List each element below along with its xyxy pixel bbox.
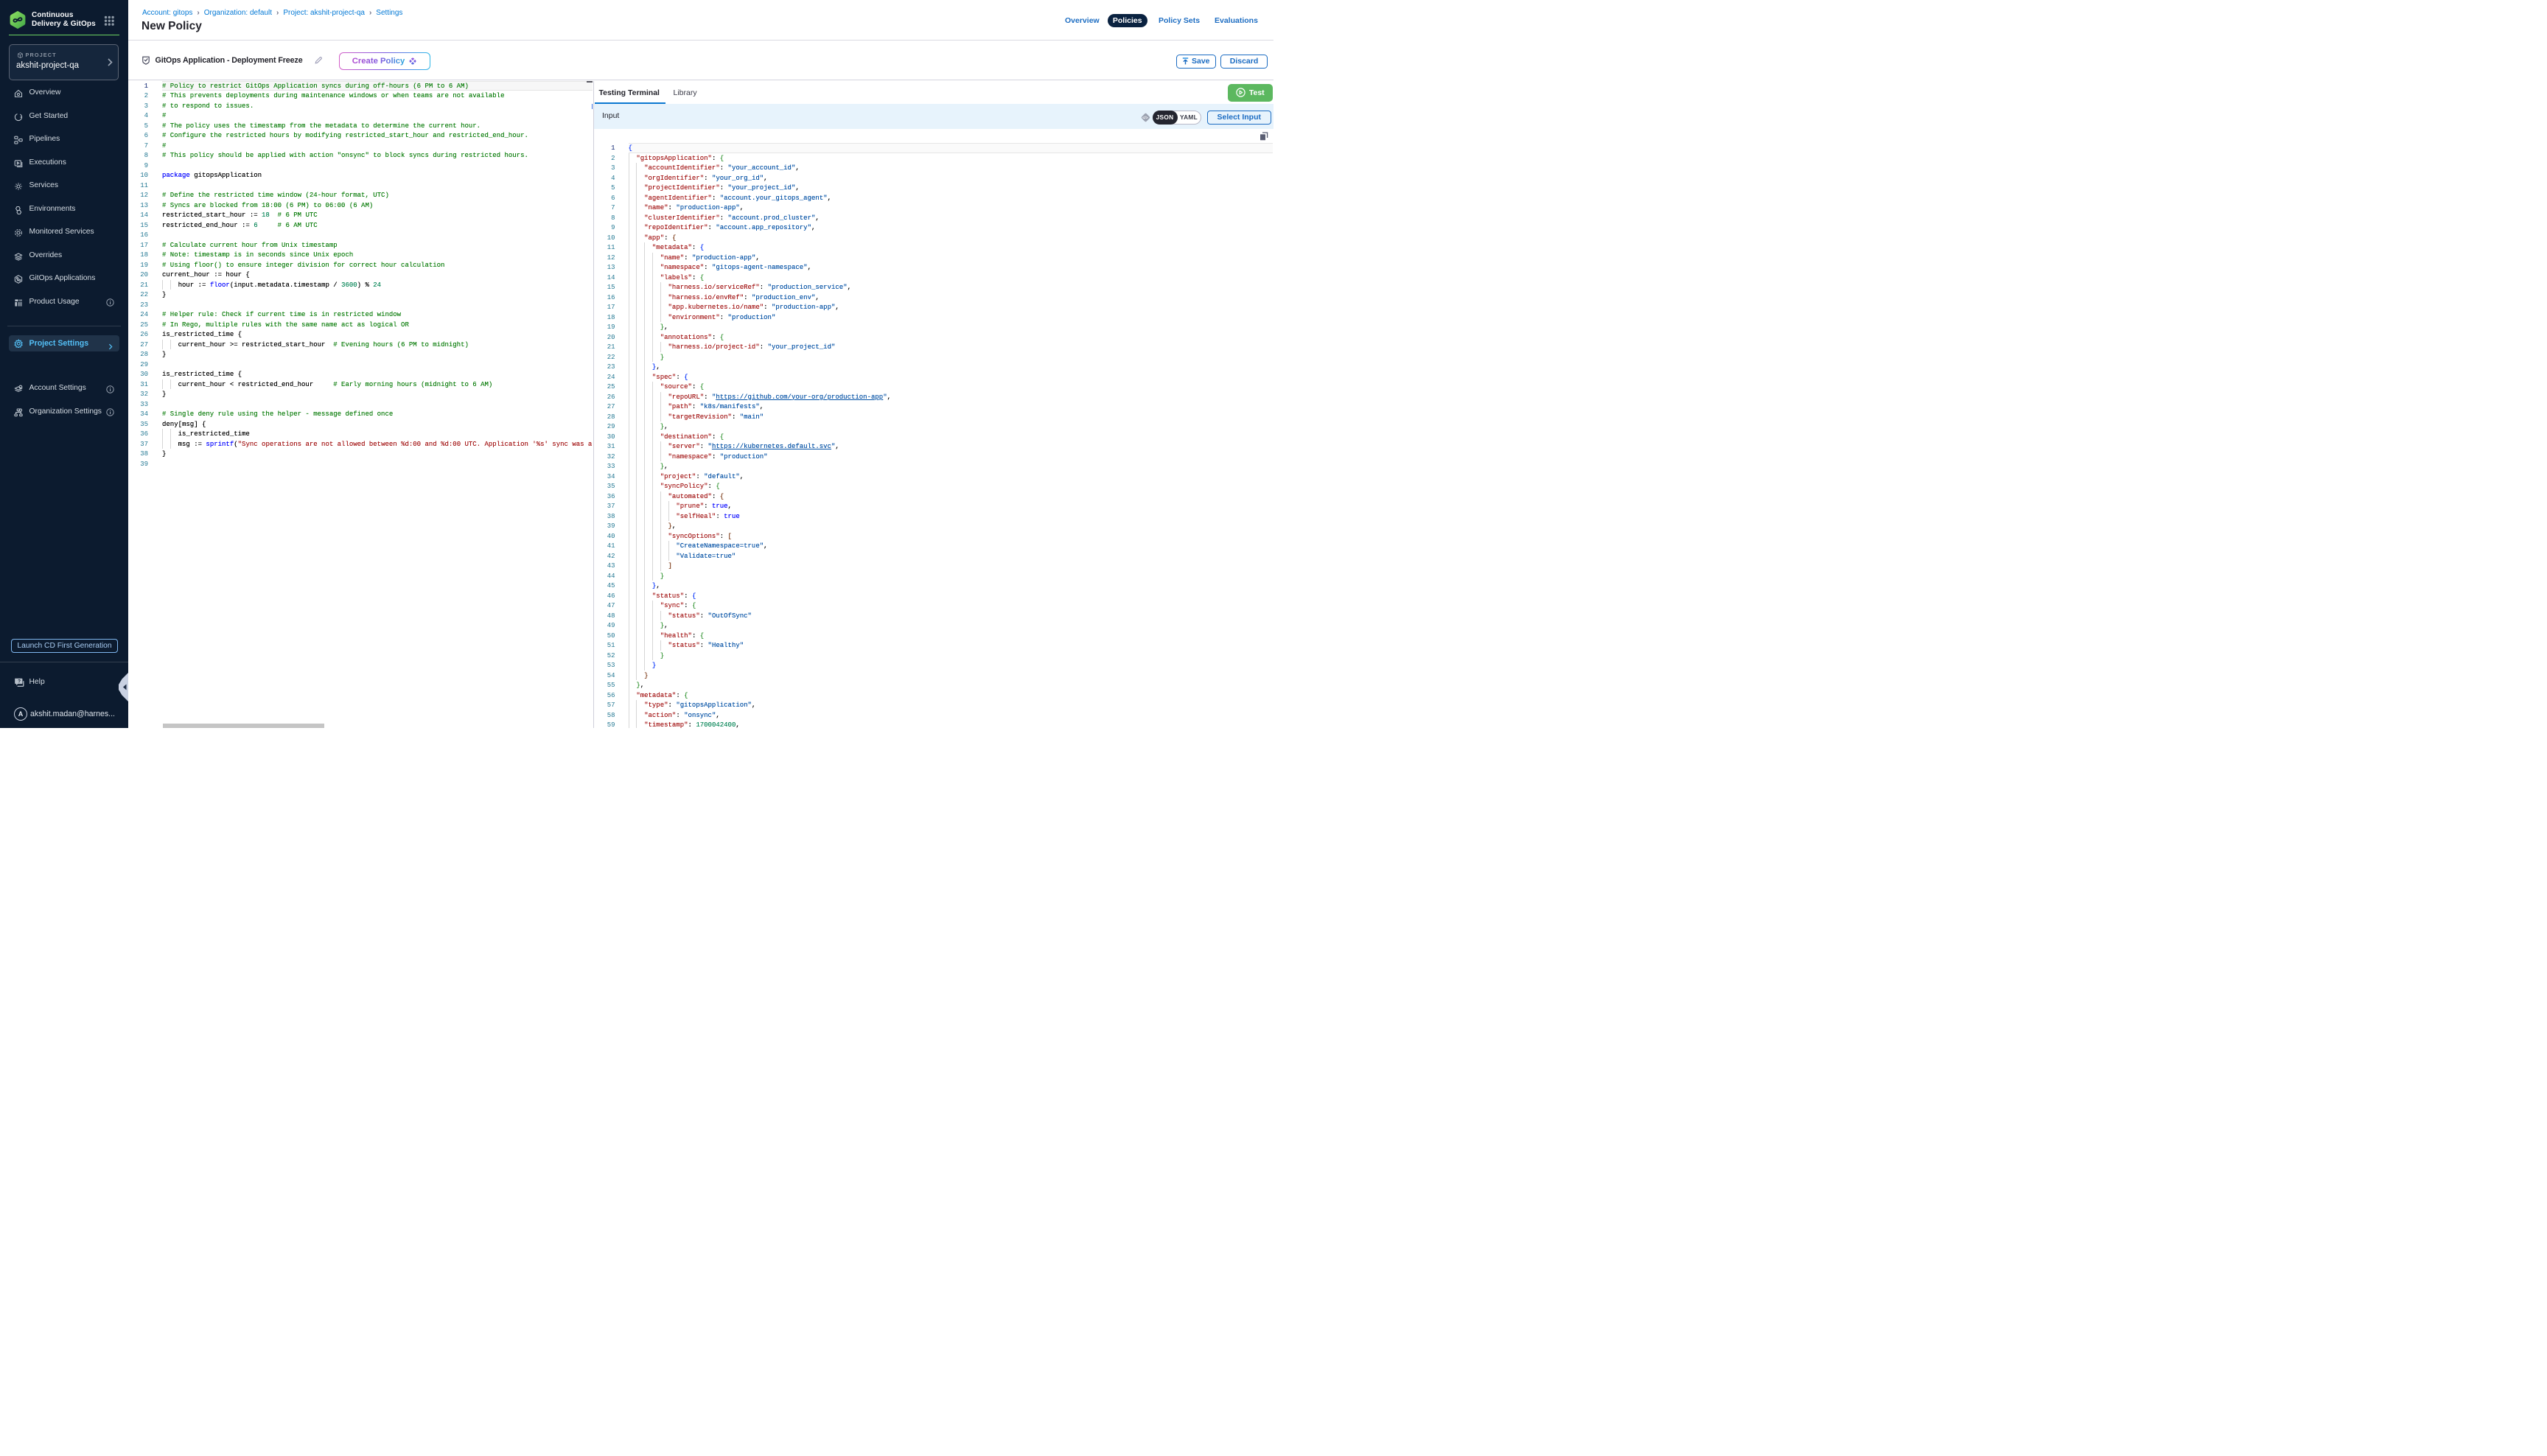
- svg-text:?: ?: [18, 679, 21, 684]
- svg-text:</>: </>: [1142, 116, 1148, 121]
